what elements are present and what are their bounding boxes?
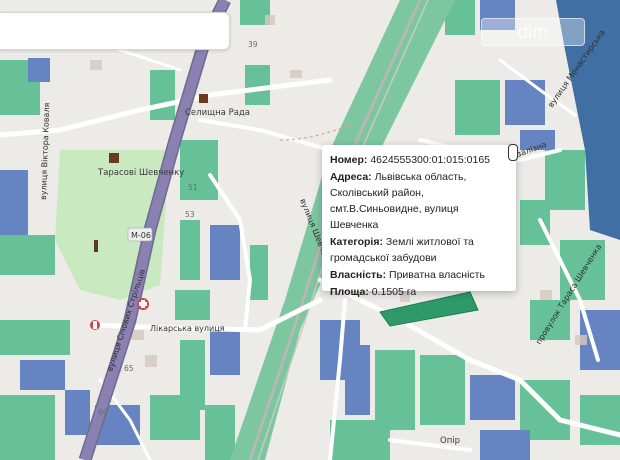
poi-label-monument: Тарасові Шевченку: [97, 168, 184, 178]
field-category: Категорія: Землі житлової та громадської…: [330, 234, 508, 266]
road-ref-label: M-06: [131, 231, 151, 240]
house-number: 65: [124, 364, 134, 373]
field-key: Площа:: [330, 286, 369, 298]
field-key: Номер:: [330, 154, 368, 166]
poi-label-council: Селищна Рада: [185, 108, 250, 118]
field-area: Площа: 0.1505 га: [330, 284, 508, 300]
highway-shield: M-06: [127, 227, 153, 242]
field-value: 4624555300:01:015:0165: [370, 154, 491, 166]
house-number: 51: [188, 183, 198, 192]
dim-logo-watermark: dim: [481, 18, 585, 46]
place-label-opir: Опір: [440, 436, 460, 446]
poi-pharmacy-icon[interactable]: [137, 298, 149, 310]
field-number: Номер: 4624555300:01:015:0165: [330, 152, 508, 168]
house-number: 39: [248, 40, 258, 49]
search-bar: [0, 12, 231, 50]
memorial-icon: [94, 240, 98, 252]
house-number: 53: [185, 210, 195, 219]
poi-medical-icon[interactable]: [90, 320, 100, 330]
field-key: Власність:: [330, 269, 387, 281]
field-ownership: Власність: Приватна власність: [330, 267, 508, 283]
house-number: 69: [98, 408, 108, 417]
field-value: Приватна власність: [389, 269, 485, 281]
search-input[interactable]: [7, 13, 231, 49]
parcel-info-popup: Номер: 4624555300:01:015:0165 Адреса: Ль…: [322, 144, 518, 298]
street-label-likarska: Лікарська вулиця: [150, 324, 225, 333]
field-key: Категорія:: [330, 236, 383, 248]
field-key: Адреса:: [330, 171, 372, 183]
field-value: 0.1505 га: [371, 286, 417, 298]
map-canvas[interactable]: вулиця Віктора Коваля вулиця Січових Стр…: [0, 0, 620, 460]
field-address: Адреса: Львівська область, Сколівський р…: [330, 169, 508, 233]
close-icon[interactable]: [508, 144, 518, 161]
